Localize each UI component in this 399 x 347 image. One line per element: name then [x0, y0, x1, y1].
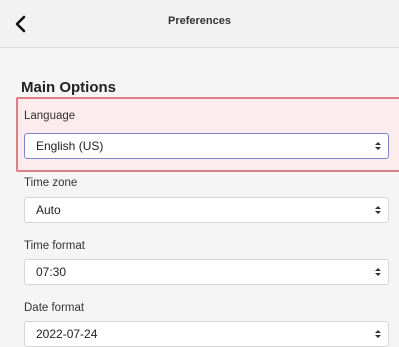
- time-zone-select[interactable]: Auto: [24, 197, 389, 223]
- date-format-value: 2022-07-24: [36, 327, 98, 341]
- language-value: English (US): [36, 139, 104, 153]
- updown-arrows-icon: [368, 198, 388, 222]
- page-title: Preferences: [168, 15, 231, 27]
- date-format-select[interactable]: 2022-07-24: [24, 321, 389, 347]
- time-format-label: Time format: [24, 240, 85, 252]
- date-format-label: Date format: [24, 302, 85, 314]
- time-format-select[interactable]: 07:30: [24, 259, 389, 285]
- time-zone-label: Time zone: [24, 177, 78, 189]
- section-title: Main Options: [21, 79, 116, 96]
- updown-arrows-icon: [368, 134, 388, 158]
- language-select[interactable]: English (US): [24, 133, 389, 159]
- updown-arrows-icon: [368, 260, 388, 284]
- time-zone-value: Auto: [36, 203, 61, 217]
- language-label: Language: [24, 110, 76, 122]
- updown-arrows-icon: [368, 322, 388, 346]
- app-header: Preferences: [0, 0, 399, 48]
- time-format-value: 07:30: [36, 265, 67, 279]
